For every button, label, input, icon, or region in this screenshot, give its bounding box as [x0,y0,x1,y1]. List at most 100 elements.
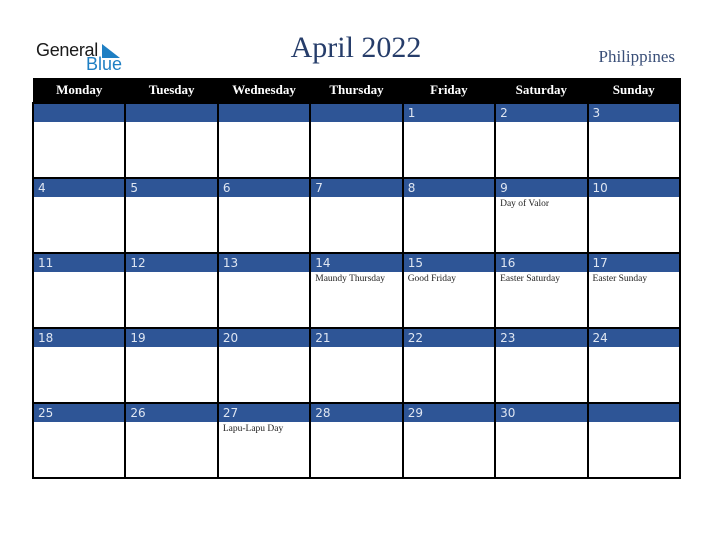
weekday-header: Friday [402,78,496,103]
day-number: 23 [496,329,587,347]
day-number [588,404,679,422]
day-cell[interactable] [586,402,682,479]
weekday-header: Sunday [587,78,681,103]
day-cell[interactable]: 17 Easter Sunday [586,252,682,329]
holiday-label [404,347,494,349]
holiday-label [589,197,679,199]
day-cell[interactable]: 7 [309,177,404,254]
day-number: 16 [496,254,587,272]
day-cell[interactable]: 28 [309,402,404,479]
day-number: 22 [403,329,495,347]
day-cell[interactable]: 4 [31,177,127,254]
holiday-label: Lapu-Lapu Day [222,424,284,434]
holiday-label: Good Friday [407,274,456,284]
holiday-label [311,422,401,424]
day-cell[interactable]: 8 [401,177,497,254]
day-number: 29 [403,404,495,422]
holiday-label [589,122,679,124]
day-cell[interactable]: 27 Lapu-Lapu Day [216,402,312,479]
day-number: 3 [588,104,679,122]
holiday-label [219,197,309,199]
day-cell[interactable]: 13 [216,252,312,329]
day-cell[interactable]: 25 [31,402,127,479]
holiday-label [589,347,679,349]
day-cell[interactable]: 26 [124,402,219,479]
day-cell[interactable]: 9 Day of Valor [494,177,589,254]
day-number [311,104,402,122]
day-number: 10 [588,179,679,197]
holiday-label [126,347,216,349]
week-row: 4 5 6 7 8 9 Day of Valor 10 [31,177,682,254]
day-cell[interactable]: 10 [586,177,682,254]
day-cell[interactable]: 18 [31,327,127,404]
day-number: 8 [403,179,495,197]
day-cell[interactable]: 3 [586,102,682,179]
day-cell[interactable]: 22 [401,327,497,404]
day-cell[interactable]: 19 [124,327,219,404]
day-cell[interactable]: 16 Easter Saturday [494,252,589,329]
day-cell[interactable]: 12 [124,252,219,329]
week-row: 11 12 13 14 Maundy Thursday 15 Good Friday 16 Ea… [31,252,682,329]
day-number: 28 [311,404,402,422]
holiday-label [34,197,124,199]
day-cell[interactable] [216,102,312,179]
day-number: 24 [588,329,679,347]
holiday-label: Maundy Thursday [315,274,386,284]
day-number: 14 [311,254,402,272]
day-number [218,104,310,122]
day-cell[interactable] [309,102,404,179]
day-number: 1 [403,104,495,122]
day-cell[interactable]: 21 [309,327,404,404]
day-cell[interactable]: 30 [494,402,589,479]
holiday-label [126,422,216,424]
holiday-label [311,347,401,349]
holiday-label: Easter Saturday [500,274,560,284]
day-number: 15 [403,254,495,272]
day-number: 27 [218,404,310,422]
day-number: 17 [588,254,679,272]
weekday-header: Monday [32,78,126,103]
holiday-label [496,347,586,349]
day-number: 7 [311,179,402,197]
day-cell[interactable]: 29 [401,402,497,479]
day-number [34,104,125,122]
day-number: 21 [311,329,402,347]
day-cell[interactable]: 23 [494,327,589,404]
holiday-label [404,422,494,424]
holiday-label [404,197,494,199]
day-number: 25 [34,404,125,422]
day-cell[interactable]: 11 [31,252,127,329]
calendar-grid: Monday Tuesday Wednesday Thursday Friday… [31,78,682,479]
day-cell[interactable]: 24 [586,327,682,404]
day-number: 20 [218,329,310,347]
holiday-label [496,122,586,124]
day-cell[interactable]: 15 Good Friday [401,252,497,329]
week-row: 123 [31,102,682,179]
day-cell[interactable]: 14 Maundy Thursday [309,252,404,329]
holiday-label [126,122,216,124]
holiday-label [126,272,216,274]
week-row: 25 26 27 Lapu-Lapu Day 28 29 30 [31,402,682,479]
day-cell[interactable]: 2 [494,102,589,179]
day-number: 13 [218,254,310,272]
day-number: 4 [34,179,125,197]
day-number: 11 [34,254,125,272]
holiday-label [34,422,124,424]
day-cell[interactable] [124,102,219,179]
holiday-label [219,122,309,124]
weekday-header: Tuesday [124,78,219,103]
weekday-header: Wednesday [217,78,311,103]
day-number: 30 [496,404,587,422]
day-cell[interactable]: 5 [124,177,219,254]
day-cell[interactable]: 6 [216,177,312,254]
day-number: 9 [496,179,587,197]
weekday-header: Saturday [494,78,589,103]
holiday-label [496,422,586,424]
holiday-label [34,272,124,274]
holiday-label [219,347,309,349]
holiday-label: Day of Valor [500,199,550,209]
day-cell[interactable]: 20 [216,327,312,404]
day-cell[interactable]: 1 [401,102,497,179]
day-cell[interactable] [31,102,127,179]
holiday-label [126,197,216,199]
